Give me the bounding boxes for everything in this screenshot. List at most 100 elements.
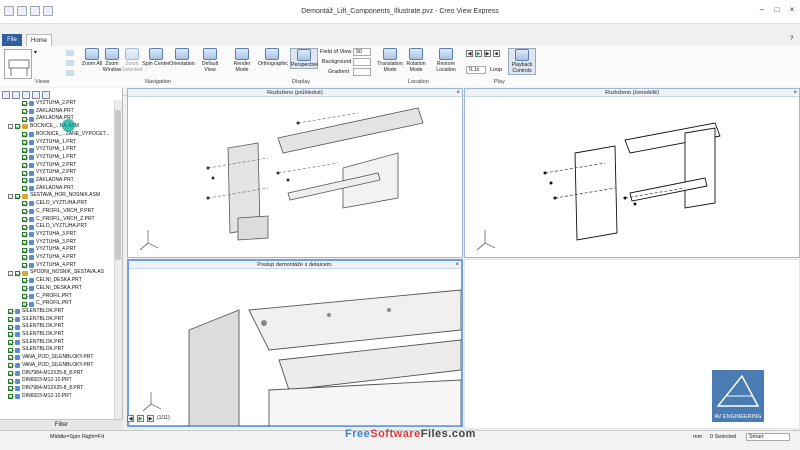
views-up-icon[interactable] xyxy=(66,50,74,56)
visibility-checkbox[interactable] xyxy=(22,247,27,253)
rotation-mode-button[interactable]: Rotation Mode xyxy=(402,48,430,73)
playback-controls-button[interactable]: Playback Controls xyxy=(508,48,536,75)
loop-toggle[interactable]: Loop xyxy=(490,67,502,73)
tree-part-row[interactable]: SILENTBLOK.PRT xyxy=(8,316,64,324)
visibility-checkbox[interactable] xyxy=(22,278,27,284)
viewport-close-icon[interactable]: × xyxy=(455,261,459,269)
tree-part-row[interactable]: SILENTBLOK.PRT xyxy=(8,331,64,339)
next-step-icon[interactable]: ▶ xyxy=(147,414,154,422)
collapse-icon[interactable]: - xyxy=(8,193,13,199)
visibility-checkbox[interactable] xyxy=(22,263,27,269)
tree-part-row[interactable]: DIN6923-M12-10.PRT xyxy=(8,377,72,385)
tree-part-row[interactable]: C_PROFIL_VRCH_Z.PRT xyxy=(22,216,95,224)
orthographic-button[interactable]: Orthographic xyxy=(258,48,288,67)
tree-part-row[interactable]: VYZTUHA_4.PRT xyxy=(22,246,76,254)
default-view-button[interactable]: Default View xyxy=(196,48,224,73)
visibility-checkbox[interactable] xyxy=(22,255,27,261)
tree-settings-icon[interactable] xyxy=(42,91,50,99)
forward-icon[interactable]: ▶ xyxy=(484,50,491,57)
viewport-close-icon[interactable]: × xyxy=(456,89,460,97)
tree-part-row[interactable]: DIN6923-M12-10.PRT xyxy=(8,393,72,401)
play-icon[interactable]: ▶ xyxy=(475,50,482,57)
visibility-checkbox[interactable] xyxy=(22,170,27,176)
tree-show-icon[interactable] xyxy=(12,91,20,99)
tree-part-row[interactable]: ZAKLADNA.PRT xyxy=(22,185,74,193)
visibility-checkbox[interactable] xyxy=(8,347,13,353)
tree-part-row[interactable]: VANA_POD_SILENBLOKY.PRT xyxy=(8,354,93,362)
visibility-checkbox[interactable] xyxy=(22,132,27,138)
viewport-top-right[interactable]: Rozloženo (černobílé) × xyxy=(464,88,800,258)
tab-home[interactable]: Home xyxy=(26,34,52,46)
tree-part-row[interactable]: VYZTUHA_2.PRT xyxy=(22,169,76,177)
visibility-checkbox[interactable] xyxy=(22,239,27,245)
tree-part-row[interactable]: VYZTUHA_2.PRT xyxy=(22,100,76,108)
tree-assembly-row[interactable]: - SESTAVA_HOR_NOSNIK.ASM xyxy=(8,192,100,200)
restore-location-button[interactable]: Restore Location xyxy=(432,48,460,73)
visibility-checkbox[interactable] xyxy=(22,178,27,184)
visibility-checkbox[interactable] xyxy=(8,363,13,369)
tree-part-row[interactable]: SILENTBLOK.PRT xyxy=(8,308,64,316)
tree-part-row[interactable]: VYZTUHA_1.PRT xyxy=(22,139,76,147)
speed-select[interactable]: 0.1x xyxy=(466,66,486,74)
selection-mode-select[interactable]: Smart xyxy=(746,433,790,441)
tree-part-row[interactable]: ZAKLADNA.PRT xyxy=(22,177,74,185)
collapse-icon[interactable]: - xyxy=(8,124,13,130)
visibility-checkbox[interactable] xyxy=(22,301,27,307)
tree-part-row[interactable]: VYZTUHA_2.PRT xyxy=(22,162,76,170)
visibility-checkbox[interactable] xyxy=(22,147,27,153)
visibility-checkbox[interactable] xyxy=(22,186,27,192)
visibility-checkbox[interactable] xyxy=(22,232,27,238)
tab-file[interactable]: File xyxy=(2,34,22,46)
visibility-checkbox[interactable] xyxy=(8,332,13,338)
visibility-checkbox[interactable] xyxy=(15,124,20,130)
tree-part-row[interactable]: CELO_VYZTUHA.PRT xyxy=(22,200,87,208)
visibility-checkbox[interactable] xyxy=(22,216,27,222)
tree-part-row[interactable]: C_PROFIL_VRCH_P.PRT xyxy=(22,208,94,216)
tree-part-row[interactable]: C_PROFIL.PRT xyxy=(22,293,72,301)
tree-part-row[interactable]: SILENTBLOK.PRT xyxy=(8,339,64,347)
tree-part-row[interactable]: BOCNICE_...ZANE_VYPOCET... xyxy=(22,131,109,139)
visibility-checkbox[interactable] xyxy=(8,340,13,346)
visibility-checkbox[interactable] xyxy=(22,162,27,168)
visibility-checkbox[interactable] xyxy=(8,378,13,384)
tree-part-row[interactable]: VYZTUHA_3.PRT xyxy=(22,239,76,247)
tree-part-row[interactable]: DIN7984-M12X25-8_8.PRT xyxy=(8,385,83,393)
visibility-checkbox[interactable] xyxy=(8,324,13,330)
rewind-icon[interactable]: ◀ xyxy=(466,50,473,57)
background-color-picker[interactable] xyxy=(353,58,371,66)
tree-part-row[interactable]: CELNI_DESKA.PRT xyxy=(22,285,82,293)
tree-collapse-icon[interactable] xyxy=(32,91,40,99)
close-icon[interactable]: × xyxy=(785,5,799,15)
visibility-checkbox[interactable] xyxy=(22,201,27,207)
tree-part-row[interactable]: DIN7984-M12X25-8_8.PRT xyxy=(8,370,83,378)
minimize-icon[interactable]: – xyxy=(755,5,769,15)
visibility-checkbox[interactable] xyxy=(22,224,27,230)
viewport-top-left[interactable]: Rozloženo (průhledné) × xyxy=(127,88,463,258)
prev-step-icon[interactable]: ◀ xyxy=(127,414,134,422)
visibility-checkbox[interactable] xyxy=(22,139,27,145)
orientation-button[interactable]: Orientation xyxy=(168,48,196,67)
visibility-checkbox[interactable] xyxy=(8,316,13,322)
views-thumbnail[interactable] xyxy=(4,49,32,79)
play-step-icon[interactable]: ▶ xyxy=(137,414,144,422)
visibility-checkbox[interactable] xyxy=(22,155,27,161)
render-mode-button[interactable]: Render Mode xyxy=(228,48,256,73)
tree-part-row[interactable]: SILENTBLOK.PRT xyxy=(8,323,64,331)
visibility-checkbox[interactable] xyxy=(22,286,27,292)
tree-expand-icon[interactable] xyxy=(22,91,30,99)
tree-part-row[interactable]: VYZTUHA_1.PRT xyxy=(22,146,76,154)
tree-home-icon[interactable] xyxy=(2,91,10,99)
tree-part-row[interactable]: VANA_POD_SILENBLOKY.PRT xyxy=(8,362,93,370)
views-more-icon[interactable] xyxy=(66,70,74,76)
end-icon[interactable]: ■ xyxy=(493,50,500,57)
status-units[interactable]: mm xyxy=(693,434,702,440)
visibility-checkbox[interactable] xyxy=(22,293,27,299)
visibility-checkbox[interactable] xyxy=(8,386,13,392)
viewport-bottom-left[interactable]: Postup demontáže s detaicem. × xyxy=(127,259,463,427)
spin-center-button[interactable]: Spin Center xyxy=(142,48,170,67)
tree-part-row[interactable]: CELO_VYZTUHA.PRT xyxy=(22,223,87,231)
tree-scrollbar-thumb[interactable] xyxy=(115,110,121,260)
viewport-close-icon[interactable]: × xyxy=(793,89,797,97)
visibility-checkbox[interactable] xyxy=(8,309,13,315)
gradient-color-picker[interactable] xyxy=(353,68,371,76)
